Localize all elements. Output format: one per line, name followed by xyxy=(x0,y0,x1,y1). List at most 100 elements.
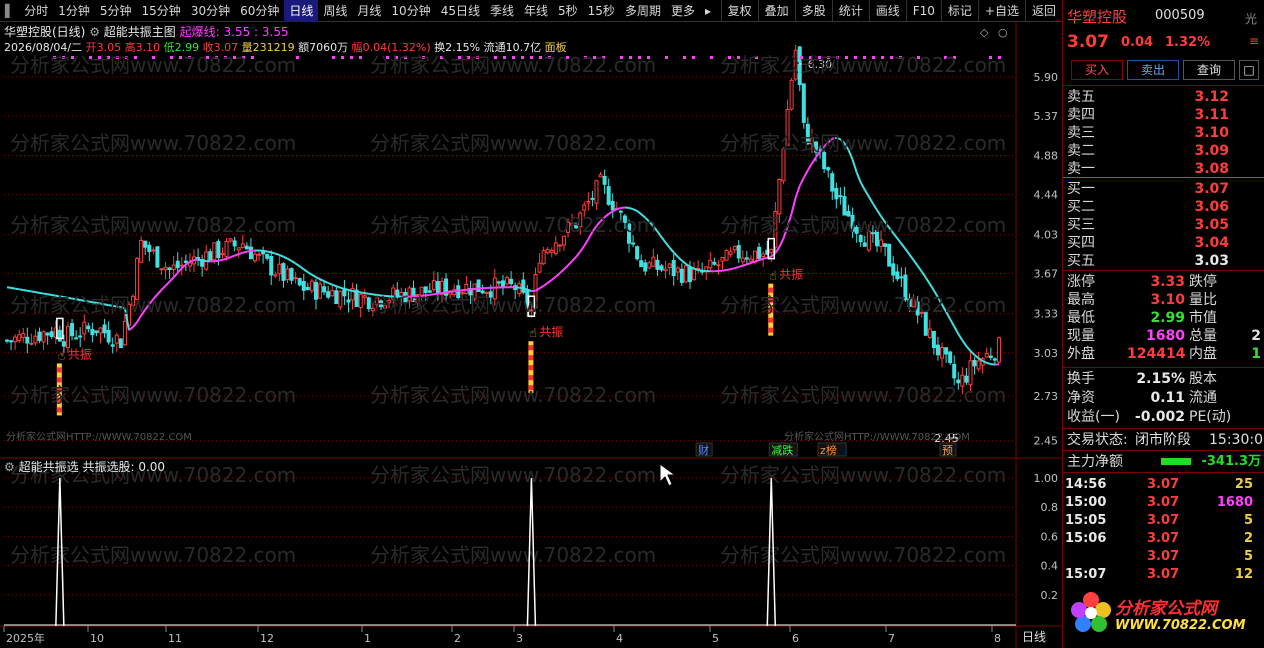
sub-settings-gear-icon[interactable]: ⚙ xyxy=(4,460,15,474)
ma-segment xyxy=(900,242,907,250)
toolbar-action-5[interactable]: F10 xyxy=(905,0,941,22)
ma-segment xyxy=(270,251,276,255)
side-tag[interactable]: 光 xyxy=(1245,10,1257,27)
period-tab-7[interactable]: 周线 xyxy=(318,0,352,22)
period-tab-8[interactable]: 月线 xyxy=(352,0,386,22)
candle-body xyxy=(667,263,672,268)
candle-body xyxy=(708,259,713,269)
period-tab-13[interactable]: 5秒 xyxy=(553,0,583,22)
divider xyxy=(1063,450,1264,451)
more-arrow-icon[interactable]: ▸ xyxy=(700,0,716,22)
candle-body xyxy=(655,259,660,270)
ma-segment xyxy=(176,267,183,274)
toolbar-actions: 复权 叠加 多股 统计 画线 F10 标记 +自选 返回 xyxy=(720,0,1062,22)
toolbar-action-7[interactable]: +自选 xyxy=(977,0,1025,22)
candle-body xyxy=(61,341,66,347)
stat-row-3-value: 1680 xyxy=(1146,328,1185,344)
ma-segment xyxy=(571,256,577,262)
tick-row: 3.07 5 xyxy=(1065,548,1261,566)
buy-button[interactable]: 买入 xyxy=(1071,60,1123,80)
period-tab-10[interactable]: 45日线 xyxy=(436,0,485,22)
toolbar-action-4[interactable]: 画线 xyxy=(868,0,906,22)
ma-segment xyxy=(867,196,874,204)
candle-body xyxy=(879,239,884,247)
mouse-cursor-icon xyxy=(659,463,677,487)
period-tab-1[interactable]: 1分钟 xyxy=(53,0,95,22)
period-tab-15[interactable]: 多周期 xyxy=(620,0,666,22)
watermark-text: 分析家公式网www.70822.com xyxy=(10,53,296,77)
period-tab-11[interactable]: 季线 xyxy=(485,0,519,22)
toolbar-action-8[interactable]: 返回 xyxy=(1024,0,1062,22)
period-tab-4[interactable]: 30分钟 xyxy=(186,0,235,22)
candle-body xyxy=(208,251,213,261)
ma-segment xyxy=(160,284,167,291)
candle-body xyxy=(183,260,188,263)
trade-status-row: 交易状态: 闭市阶段 15:30:00 xyxy=(1067,431,1264,449)
period-tab-0[interactable]: 分时 xyxy=(19,0,53,22)
period-label: 日线 xyxy=(1022,630,1047,644)
toolbar-action-1[interactable]: 叠加 xyxy=(757,0,795,22)
ask-row-2-value: 3.09 xyxy=(1194,143,1229,159)
ma-segment xyxy=(278,254,284,258)
period-tab-12[interactable]: 年线 xyxy=(519,0,553,22)
period-tab-6[interactable]: 日线 xyxy=(284,0,319,22)
date-tick-label: 8 xyxy=(994,632,1001,645)
period-tab-2[interactable]: 5分钟 xyxy=(95,0,137,22)
candle-body xyxy=(732,246,737,251)
candle-body xyxy=(594,180,599,204)
sub-indicator-name[interactable]: 超能共振选 xyxy=(19,460,79,474)
sell-button[interactable]: 卖出 xyxy=(1127,60,1179,80)
candle-body xyxy=(65,325,70,349)
candle-body xyxy=(277,263,282,275)
candle-body xyxy=(964,375,969,383)
signal-label: 共振 xyxy=(779,268,803,282)
bid-row-3-value: 3.05 xyxy=(1194,217,1229,233)
ma-segment xyxy=(961,339,968,347)
candle-body xyxy=(139,239,144,263)
stat2-row-1-label2: 流通 xyxy=(1189,390,1217,406)
date-tick-label: 11 xyxy=(168,632,182,645)
period-tab-3[interactable]: 15分钟 xyxy=(137,0,186,22)
query-button[interactable]: 查询 xyxy=(1183,60,1235,80)
net-inflow-row: 主力净额 -341.3万 xyxy=(1067,453,1261,471)
toolbar-action-0[interactable]: 复权 xyxy=(720,0,758,22)
box-button[interactable]: □ xyxy=(1239,60,1259,80)
bid-row-5: 买五 3.03 xyxy=(1067,252,1261,270)
watermark-text: 分析家公式网www.70822.com xyxy=(370,293,656,317)
last-price: 3.07 xyxy=(1067,32,1109,52)
candle-body xyxy=(716,264,721,267)
candle-body xyxy=(305,286,310,291)
period-tab-16[interactable]: 更多 xyxy=(666,0,700,22)
toolbar-action-3[interactable]: 统计 xyxy=(831,0,869,22)
kline-chart[interactable]: 5.90 5.37 4.88 4.44 4.03 3.67 3.33 3.03 2.73 2.45… xyxy=(0,22,1062,648)
ma-segment xyxy=(246,249,252,253)
watermark-text: 分析家公式网www.70822.com xyxy=(370,383,656,407)
ma-segment xyxy=(758,257,764,262)
tick-price: 3.07 xyxy=(1147,567,1180,582)
ma-segment xyxy=(583,238,590,247)
candle-body xyxy=(537,262,542,273)
candle-body xyxy=(257,253,262,256)
logo-text: 分析家公式网 xyxy=(1115,599,1217,619)
watermark-text: 分析家公式网www.70822.com xyxy=(370,131,656,155)
bid-row-4: 买四 3.04 xyxy=(1067,234,1261,252)
period-tab-5[interactable]: 60分钟 xyxy=(235,0,284,22)
tick-volume: 1680 xyxy=(1216,495,1253,510)
watermark-small: 分析家公式网HTTP://WWW.70822.COM xyxy=(784,430,970,443)
flower-logo-icon xyxy=(1071,592,1111,632)
period-tab-9[interactable]: 10分钟 xyxy=(386,0,435,22)
ask-row-5-label: 卖五 xyxy=(1067,89,1095,105)
toolbar-action-2[interactable]: 多股 xyxy=(794,0,832,22)
tick-time: 15:06 xyxy=(1065,531,1107,546)
side-toggle-icon[interactable]: ≡ xyxy=(1249,34,1259,48)
date-tick-label: 7 xyxy=(888,632,895,645)
signal-dot xyxy=(350,56,353,59)
ma-segment xyxy=(563,264,569,271)
toolbar-action-6[interactable]: 标记 xyxy=(940,0,978,22)
ask-row-4-value: 3.11 xyxy=(1194,107,1229,123)
ask-row-3-label: 卖三 xyxy=(1067,125,1095,141)
candle-body xyxy=(834,187,839,200)
candle-body xyxy=(740,257,745,263)
period-tab-14[interactable]: 15秒 xyxy=(583,0,620,22)
stat-row-2-value: 2.99 xyxy=(1150,310,1185,326)
